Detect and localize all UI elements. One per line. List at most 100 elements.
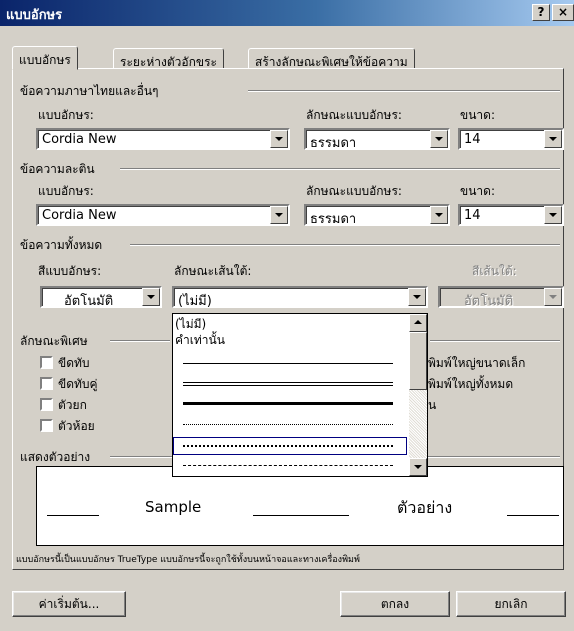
underline-color-combo: อัตโนมัติ — [438, 286, 564, 309]
tab-text-effects[interactable]: สร้างลักษณะพิเศษให้ข้อความ — [248, 48, 415, 69]
underline-color-label: สีเส้นใต้: — [472, 264, 517, 278]
chevron-down-icon — [147, 295, 155, 299]
latin-font-value: Cordia New — [42, 208, 117, 223]
thai-font-label: แบบอักษร: — [38, 108, 94, 122]
chevron-down-icon — [549, 295, 557, 299]
group-divider — [130, 244, 560, 246]
thai-style-label: ลักษณะแบบอักษร: — [306, 108, 402, 122]
latin-font-combo[interactable]: Cordia New — [36, 204, 290, 226]
ok-button[interactable]: ตกลง — [340, 591, 450, 617]
latin-size-dropdown-button[interactable] — [544, 206, 562, 224]
chevron-down-icon — [275, 213, 283, 217]
cancel-button[interactable]: ยกเลิก — [456, 591, 566, 617]
latin-size-label: ขนาด: — [460, 184, 495, 198]
tab-label: แบบอักษร — [19, 53, 71, 67]
thai-style-value: ธรรมดา — [310, 136, 357, 151]
dropdown-scrollbar[interactable] — [409, 314, 427, 476]
default-button-label: ค่าเริ่มต้น... — [38, 597, 100, 611]
preview-box: Sample ตัวอย่าง — [36, 466, 564, 546]
scroll-thumb[interactable] — [409, 332, 427, 390]
title-bar: แบบอักษร ? × — [0, 0, 574, 26]
latin-size-value: 14 — [464, 208, 481, 223]
latin-style-combo[interactable]: ธรรมดา — [304, 204, 450, 227]
chevron-down-icon — [435, 213, 443, 217]
window-title: แบบอักษร — [6, 8, 63, 23]
all-caps-label[interactable]: พิมพ์ใหญ่ทั้งหมด — [428, 375, 513, 394]
superscript-label: ตัวยก — [58, 398, 87, 412]
underline-style-dropdown-list[interactable]: (ไม่มี) คำเท่านั้น — [172, 313, 428, 477]
group-divider — [110, 340, 170, 342]
font-color-dropdown-button[interactable] — [142, 288, 160, 306]
tab-label: ระยะห่างตัวอักขระ — [120, 55, 217, 69]
latin-font-label: แบบอักษร: — [38, 184, 94, 198]
thai-size-combo[interactable]: 14 — [458, 128, 564, 150]
effects-heading: ลักษณะพิเศษ — [20, 332, 92, 351]
font-color-label: สีแบบอักษร: — [38, 264, 102, 278]
chevron-down-icon — [549, 137, 557, 141]
chevron-up-icon — [414, 320, 422, 324]
underline-style-value: (ไม่มี) — [178, 294, 212, 309]
ok-button-label: ตกลง — [380, 597, 410, 611]
truetype-note: แบบอักษรนี้เป็นแบบอักษร TrueType แบบอักษ… — [16, 555, 360, 565]
thai-font-value: Cordia New — [42, 132, 117, 147]
tab-font[interactable]: แบบอักษร — [12, 46, 78, 70]
latin-style-label: ลักษณะแบบอักษร: — [306, 184, 402, 198]
subscript-checkbox[interactable] — [40, 419, 53, 432]
latin-style-dropdown-button[interactable] — [430, 206, 448, 224]
underline-style-label: ลักษณะเส้นใต้: — [174, 264, 252, 278]
underline-style-dropdown-button[interactable] — [408, 288, 426, 306]
thai-size-value: 14 — [464, 132, 481, 147]
strikethrough-checkbox[interactable] — [40, 356, 53, 369]
group-divider — [430, 340, 560, 342]
preview-heading: แสดงตัวอย่าง — [20, 448, 95, 467]
help-icon: ? — [537, 5, 545, 19]
chevron-down-icon — [413, 295, 421, 299]
tab-character-spacing[interactable]: ระยะห่างตัวอักขระ — [113, 48, 224, 69]
help-button[interactable]: ? — [532, 4, 550, 21]
underline-option-dashed[interactable] — [183, 465, 393, 466]
group-divider — [120, 168, 560, 170]
double-strikethrough-label: ขีดทับคู่ — [58, 377, 98, 391]
preview-thai-sample-text: ตัวอย่าง — [397, 498, 453, 517]
font-color-combo[interactable]: อัตโนมัติ — [40, 286, 162, 309]
thai-style-combo[interactable]: ธรรมดา — [304, 128, 450, 151]
underline-option-double[interactable] — [183, 382, 393, 386]
latin-style-value: ธรรมดา — [310, 212, 357, 227]
thai-font-dropdown-button[interactable] — [270, 130, 288, 148]
thai-size-dropdown-button[interactable] — [544, 130, 562, 148]
small-caps-label[interactable]: พิมพ์ใหญ่ขนาดเล็ก — [428, 354, 525, 373]
chevron-down-icon — [549, 213, 557, 217]
group-divider — [248, 90, 560, 92]
chevron-down-icon — [414, 465, 422, 469]
underline-color-dropdown-button — [544, 288, 562, 306]
strikethrough-label: ขีดทับ — [58, 356, 90, 370]
underline-option-dense-dotted-highlight[interactable] — [173, 437, 407, 455]
underline-option-single[interactable] — [183, 363, 393, 364]
close-button[interactable]: × — [552, 4, 574, 21]
scroll-down-button[interactable] — [409, 458, 427, 476]
hidden-label[interactable]: น — [428, 396, 436, 415]
underline-option-thick[interactable] — [183, 402, 393, 405]
underline-option-dotted[interactable] — [183, 424, 393, 425]
preview-line — [253, 515, 349, 516]
double-strikethrough-checkbox[interactable] — [40, 377, 53, 390]
underline-style-combo[interactable]: (ไม่มี) — [172, 286, 428, 309]
default-button[interactable]: ค่าเริ่มต้น... — [12, 591, 126, 617]
preview-line — [47, 515, 99, 516]
chevron-down-icon — [435, 137, 443, 141]
thai-text-heading: ข้อความภาษาไทยและอื่นๆ — [20, 82, 163, 101]
scroll-up-button[interactable] — [409, 314, 427, 332]
preview-line — [507, 515, 559, 516]
latin-font-dropdown-button[interactable] — [270, 206, 288, 224]
chevron-down-icon — [275, 137, 283, 141]
thai-font-combo[interactable]: Cordia New — [36, 128, 290, 150]
underline-option-dense-dotted — [183, 445, 393, 447]
underline-option-words-only[interactable]: คำเท่านั้น — [175, 331, 225, 350]
underline-color-value: อัตโนมัติ — [464, 294, 514, 309]
latin-size-combo[interactable]: 14 — [458, 204, 564, 226]
preview-sample-text: Sample — [145, 498, 202, 516]
superscript-checkbox[interactable] — [40, 398, 53, 411]
thai-style-dropdown-button[interactable] — [430, 130, 448, 148]
tab-label: สร้างลักษณะพิเศษให้ข้อความ — [255, 55, 408, 69]
close-icon: × — [557, 5, 569, 19]
